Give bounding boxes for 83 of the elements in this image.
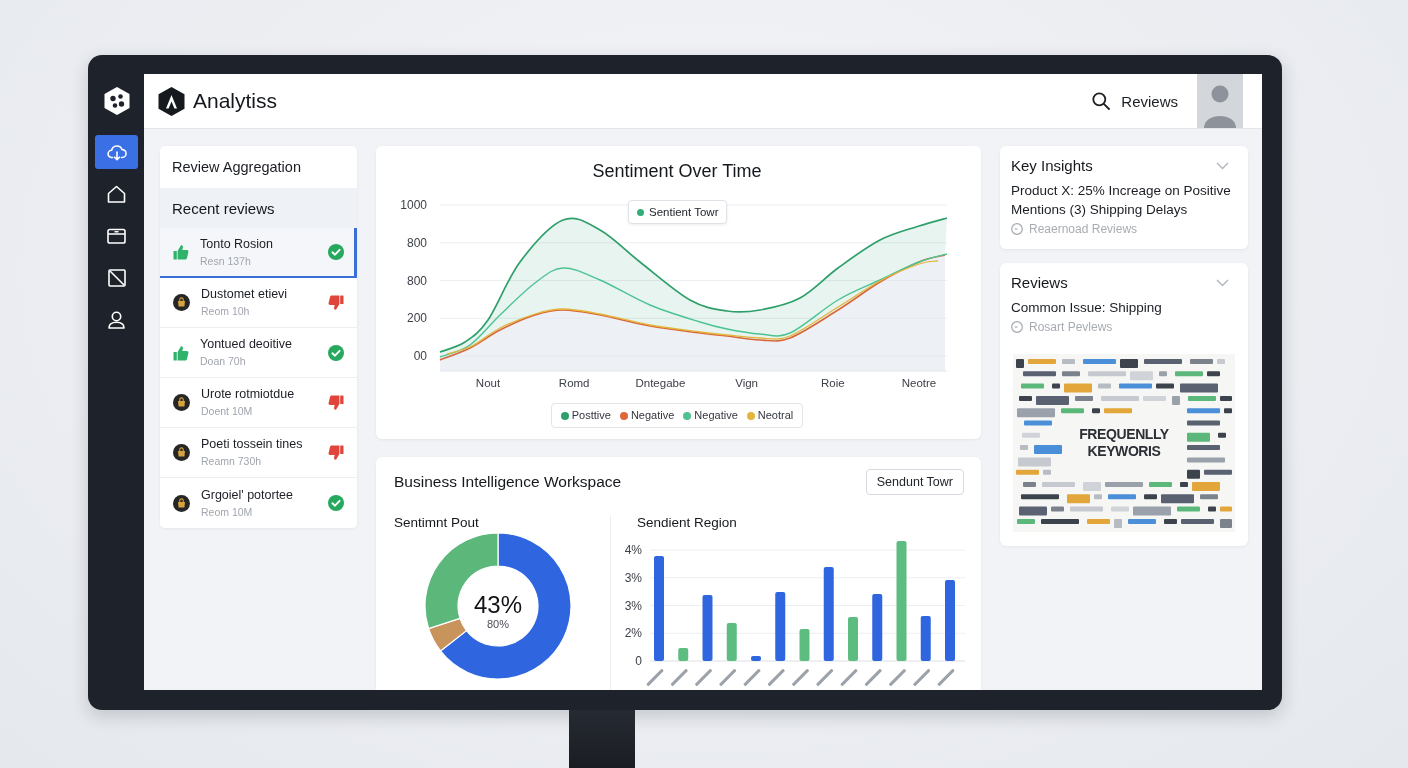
axis-tick-label: 3%: [624, 598, 642, 613]
review-title: Poeti tossein tines: [201, 437, 304, 452]
review-title: Dustomet etievi: [201, 287, 289, 302]
axis-category-label: Neotre: [901, 377, 937, 389]
cloud-download-icon: [106, 143, 127, 161]
axis-tick-label: 200: [406, 311, 427, 326]
monitor-stand: [569, 710, 635, 768]
bar: [872, 594, 883, 661]
source-label: Rosart Pevlews: [1029, 319, 1113, 336]
action-button[interactable]: Sendunt Towr: [865, 469, 964, 495]
card-title: Reviews: [1011, 273, 1068, 293]
legend-label: Neotral: [757, 409, 794, 422]
tooltip-label: Sentient Towr: [649, 206, 719, 218]
axis-tick-label: 800: [406, 273, 427, 288]
review-item[interactable]: Urote rotmiotdue Doent 10M: [160, 378, 357, 428]
review-item[interactable]: Yontued deoitive Doan 70h: [160, 328, 357, 378]
panel-title: Review Aggregation: [171, 158, 302, 177]
bar: [775, 592, 786, 661]
padlock-badge-icon: [173, 394, 190, 411]
brand-name: Analytiss: [193, 89, 278, 113]
padlock-badge-icon: [173, 494, 190, 512]
review-item[interactable]: Tonto Rosion Resn 137h: [160, 228, 357, 278]
box-icon: [107, 228, 126, 244]
axis-tick-label: 4%: [624, 543, 642, 557]
review-meta: Reom 10M: [201, 505, 254, 519]
donut-center-caption: 80%: [487, 618, 509, 630]
review-title: Grgoiel' potortee: [201, 487, 295, 503]
review-meta: Resn 137h: [200, 254, 252, 268]
issue-text: Common Issue: Shipping: [1011, 299, 1163, 317]
bar: [751, 656, 761, 661]
axis-category-label: Vign: [735, 377, 758, 389]
axis-tick-label: 00: [413, 349, 427, 363]
bar: [678, 648, 689, 661]
search-icon: [1092, 92, 1111, 110]
user-icon: [108, 311, 125, 329]
chart-title: Sentiment Over Time: [591, 160, 763, 182]
source-label: Reaernoad Reviews: [1029, 221, 1138, 238]
axis-tick-label: 0: [635, 654, 642, 668]
axis-tick-label: 1000: [400, 198, 427, 212]
bar: [920, 616, 931, 661]
review-item[interactable]: Grgoiel' potortee Reom 10M: [160, 478, 357, 528]
legend-label: Negative: [694, 409, 738, 422]
circle-icon: [1011, 223, 1023, 235]
axis-tick-label: 3%: [624, 570, 642, 585]
review-meta: Doent 10M: [201, 405, 254, 418]
padlock-badge-icon: [173, 294, 190, 311]
review-item[interactable]: Poeti tossein tines Reamn 730h: [160, 428, 357, 478]
axis-category-label: Dntegabe: [635, 377, 686, 389]
thumbs-up-icon: [173, 244, 189, 260]
axis-category-label: Romd: [558, 377, 590, 389]
axis-tick-label: 2%: [624, 626, 642, 641]
axis-tick-label: 800: [406, 235, 427, 250]
panel-subtitle: Sendient Region: [637, 515, 738, 531]
square-slash-icon: [107, 269, 126, 287]
dot-icon: [637, 208, 644, 216]
review-meta: Reamn 730h: [201, 455, 263, 468]
axis-category-label: Roie: [820, 377, 845, 389]
bar: [726, 623, 737, 661]
card-title: Business Intelligence Workspace: [394, 473, 622, 491]
donut-center-value: 43%: [474, 591, 522, 618]
bar: [702, 595, 713, 661]
thumbs-up-icon: [173, 344, 189, 361]
insight-text: Product X: 25% Increage on Positive Mentions (3) Shipping Delays: [1011, 182, 1232, 219]
review-item[interactable]: Dustomet etievi Reom 10h: [160, 278, 357, 328]
review-meta: Reom 10h: [201, 305, 251, 318]
legend-label: Negative: [630, 409, 675, 422]
hexagon-logo-icon: [103, 87, 130, 115]
circle-icon: [1011, 321, 1023, 333]
legend-label: Posttive: [571, 409, 611, 422]
hexagon-logo-icon: [158, 86, 185, 116]
review-title: Urote rotmiotdue: [201, 387, 296, 402]
axis-category-label: Nout: [475, 377, 501, 389]
panel-subtitle: Sentimnt Pout: [394, 515, 480, 531]
section-header: Recent reviews: [160, 188, 357, 228]
review-title: Tonto Rosion: [200, 236, 274, 252]
card-title: Key Insights: [1011, 156, 1093, 176]
review-title: Yontued deoitive: [200, 337, 293, 352]
bar: [848, 617, 858, 661]
padlock-badge-icon: [173, 444, 190, 461]
home-icon: [107, 185, 126, 203]
review-meta: Doan 70h: [200, 355, 247, 368]
search-reviews-button[interactable]: Reviews: [1092, 74, 1178, 128]
bar: [799, 629, 810, 661]
